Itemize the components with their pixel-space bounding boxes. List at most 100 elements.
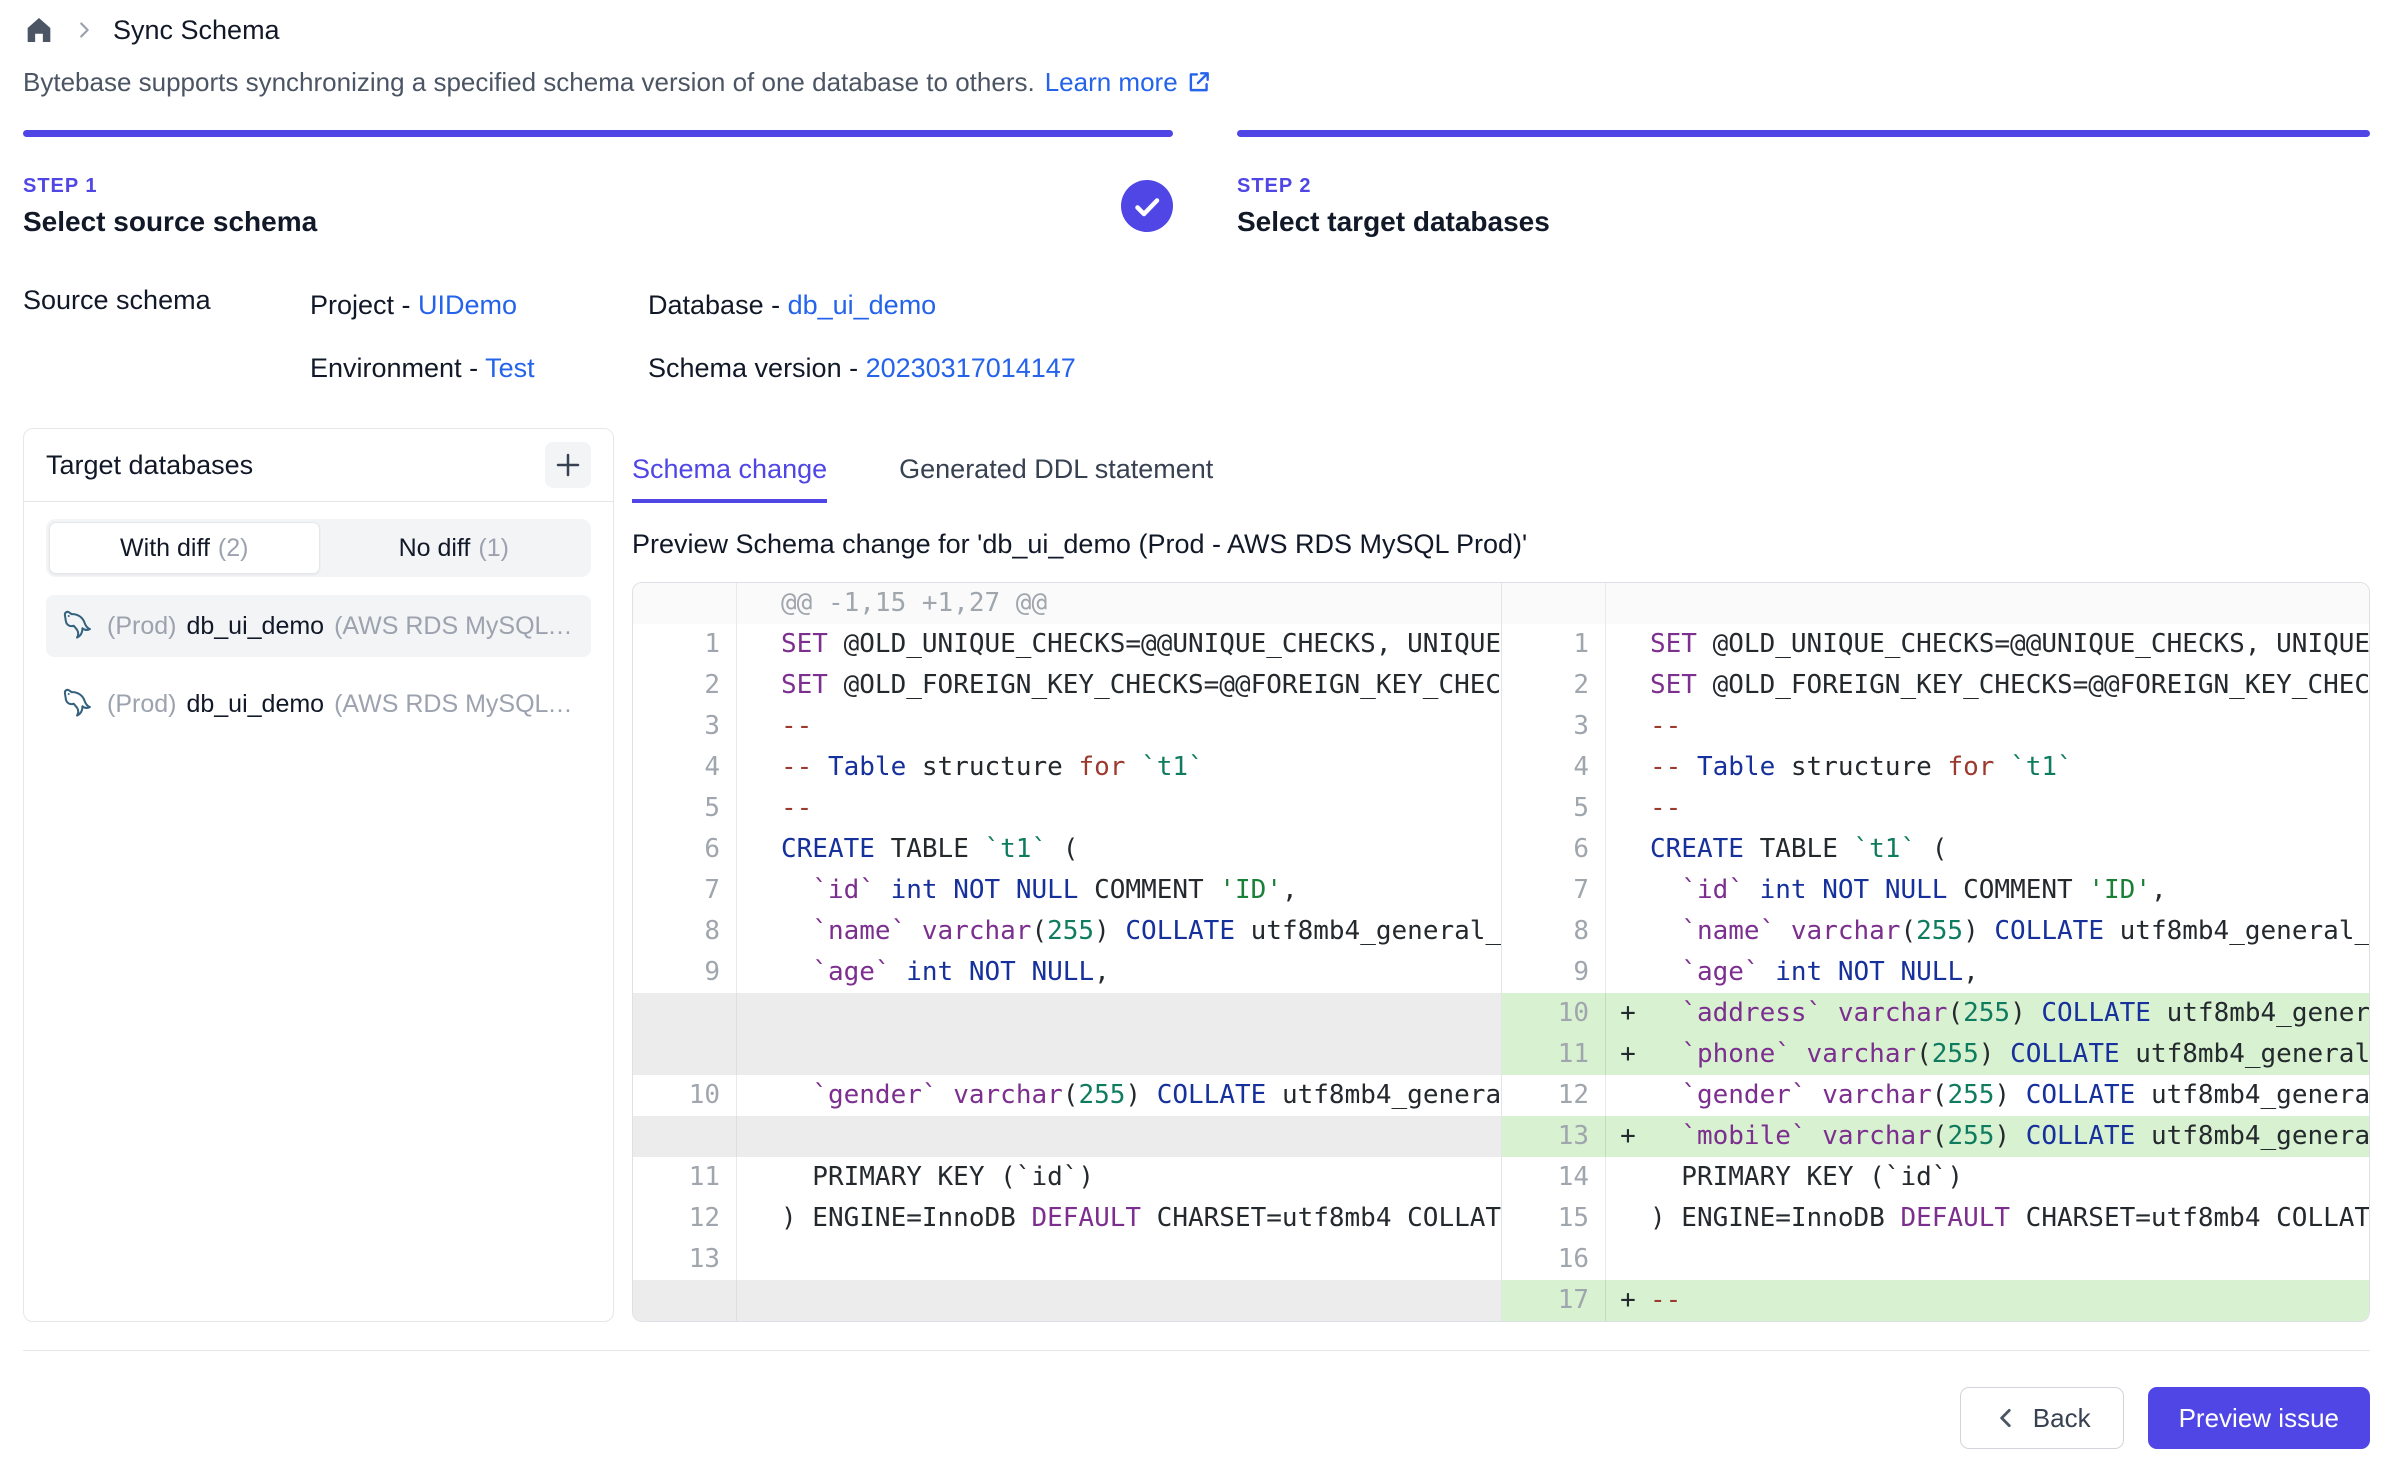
add-target-database-button[interactable] [545,442,591,488]
chevron-left-icon [1993,1405,2019,1431]
learn-more-label: Learn more [1045,62,1178,102]
step-1-title: Select source schema [23,203,1173,241]
intro-text: Bytebase supports synchronizing a specif… [23,62,1035,102]
diff-add-marker [737,1198,781,1239]
diff-code-row: 16 [1502,1239,2369,1280]
source-field-link-test[interactable]: Test [485,353,535,383]
diff-code: `age` int NOT NULL, [737,952,1501,993]
diff-code-row: 3 -- [633,706,1501,747]
diff-code [1606,1239,2369,1280]
diff-placeholder-row [633,1280,1501,1321]
tab-no-diff[interactable]: No diff(1) [320,522,589,574]
diff-line-number: 12 [1502,1075,1606,1116]
target-db-item[interactable]: (Prod)db_ui_demo(AWS RDS MySQL Prod) [46,673,591,735]
diff-add-marker [737,1157,781,1198]
diff-line-number: 2 [633,665,737,706]
step-1-progress-bar [23,130,1173,137]
step-2-label: STEP 2 [1237,175,2370,198]
diff-line-number: 8 [1502,911,1606,952]
footer-actions: Back Preview issue [23,1351,2370,1449]
diff-code-row: 7 `id` int NOT NULL COMMENT 'ID', [1502,870,2369,911]
learn-more-link[interactable]: Learn more [1045,62,1212,102]
diff-line-number: 3 [1502,706,1606,747]
diff-add-marker: + [1606,1280,1650,1321]
source-field-name: Database - [648,290,788,320]
db-name: db_ui_demo [186,612,324,641]
diff-add-marker [737,952,781,993]
diff-add-marker [737,583,781,624]
diff-add-marker [737,788,781,829]
tab-with-diff[interactable]: With diff(2) [49,522,320,574]
diff-code: `name` varchar(255) COLLATE utf8mb4_gene… [737,911,1501,952]
diff-add-marker: + [1606,1116,1650,1157]
source-field-name: Project - [310,290,418,320]
diff-add-marker [1606,665,1650,706]
diff-add-marker [1606,583,1650,624]
diff-code-row: 14 PRIMARY KEY (`id`) [1502,1157,2369,1198]
diff-add-marker [1606,1157,1650,1198]
preview-title: Preview Schema change for 'db_ui_demo (P… [632,529,2370,560]
main-content: Target databases With diff(2)No diff(1) … [23,428,2370,1322]
diff-add-marker [737,911,781,952]
chevron-right-icon [73,19,95,41]
diff-line-number: 9 [633,952,737,993]
diff-code: PRIMARY KEY (`id`) [737,1157,1501,1198]
diff-code: CREATE TABLE `t1` ( [1606,829,2369,870]
diff-code-row: 17+-- [1502,1280,2369,1321]
back-button-label: Back [2033,1403,2091,1434]
preview-tabs: Schema change Generated DDL statement [632,454,2370,503]
target-db-item[interactable]: (Prod)db_ui_demo(AWS RDS MySQL Prod) [46,595,591,657]
back-button[interactable]: Back [1960,1387,2124,1449]
diff-line-number [633,1116,737,1157]
diff-add-marker [1606,624,1650,665]
diff-code-row: 1 SET @OLD_UNIQUE_CHECKS=@@UNIQUE_CHECKS… [1502,624,2369,665]
diff-code-row: 11+ `phone` varchar(255) COLLATE utf8mb4… [1502,1034,2369,1075]
diff-line-number: 14 [1502,1157,1606,1198]
diff-code: SET @OLD_UNIQUE_CHECKS=@@UNIQUE_CHECKS, … [1606,624,2369,665]
mysql-dolphin-icon [59,685,97,723]
diff-line-number: 11 [633,1157,737,1198]
diff-line-number: 8 [633,911,737,952]
diff-code-row: 7 `id` int NOT NULL COMMENT 'ID', [633,870,1501,911]
diff-code: `gender` varchar(255) COLLATE utf8mb4_ge… [1606,1075,2369,1116]
diff-code [737,993,1501,1034]
diff-code: + `phone` varchar(255) COLLATE utf8mb4_g… [1606,1034,2369,1075]
diff-code: @@ -1,15 +1,27 @@ [737,583,1501,624]
source-schema-label: Source schema [23,285,310,388]
diff-code [1606,583,2369,624]
diff-add-marker [1606,1239,1650,1280]
diff-code-row: 12 ) ENGINE=InnoDB DEFAULT CHARSET=utf8m… [633,1198,1501,1239]
diff-code: -- [1606,788,2369,829]
source-field-link-db-ui-demo[interactable]: db_ui_demo [788,290,937,320]
preview-issue-button[interactable]: Preview issue [2148,1387,2370,1449]
diff-line-number: 10 [1502,993,1606,1034]
diff-pane-source: @@ -1,15 +1,27 @@1 SET @OLD_UNIQUE_CHECK… [633,583,1501,1321]
diff-placeholder-row [633,993,1501,1034]
diff-line-number: 5 [1502,788,1606,829]
db-environment: (Prod) [107,690,176,719]
source-field-link-20230317014147[interactable]: 20230317014147 [866,353,1076,383]
diff-code-row: 15 ) ENGINE=InnoDB DEFAULT CHARSET=utf8m… [1502,1198,2369,1239]
diff-add-marker [1606,747,1650,788]
diff-code: +-- [1606,1280,2369,1321]
diff-line-number: 7 [633,870,737,911]
tab-label: With diff [120,534,210,563]
diff-line-number: 10 [633,1075,737,1116]
diff-line-number [633,1280,737,1321]
diff-code: SET @OLD_FOREIGN_KEY_CHECKS=@@FOREIGN_KE… [737,665,1501,706]
diff-line-number [1502,583,1606,624]
diff-add-marker [737,706,781,747]
tab-schema-change[interactable]: Schema change [632,454,827,503]
diff-add-marker [1606,870,1650,911]
source-field: Project - UIDemo [310,285,648,325]
source-field: Schema version - 20230317014147 [648,348,1076,388]
diff-line-number: 1 [1502,624,1606,665]
diff-hunk-header [1502,583,2369,624]
source-field-link-uidemo[interactable]: UIDemo [418,290,517,320]
home-icon[interactable] [23,14,55,46]
diff-add-marker [737,1116,781,1157]
plus-icon [553,450,583,480]
diff-code: `gender` varchar(255) COLLATE utf8mb4_ge… [737,1075,1501,1116]
diff-placeholder-row [633,1116,1501,1157]
tab-generated-ddl-statement[interactable]: Generated DDL statement [899,454,1213,503]
